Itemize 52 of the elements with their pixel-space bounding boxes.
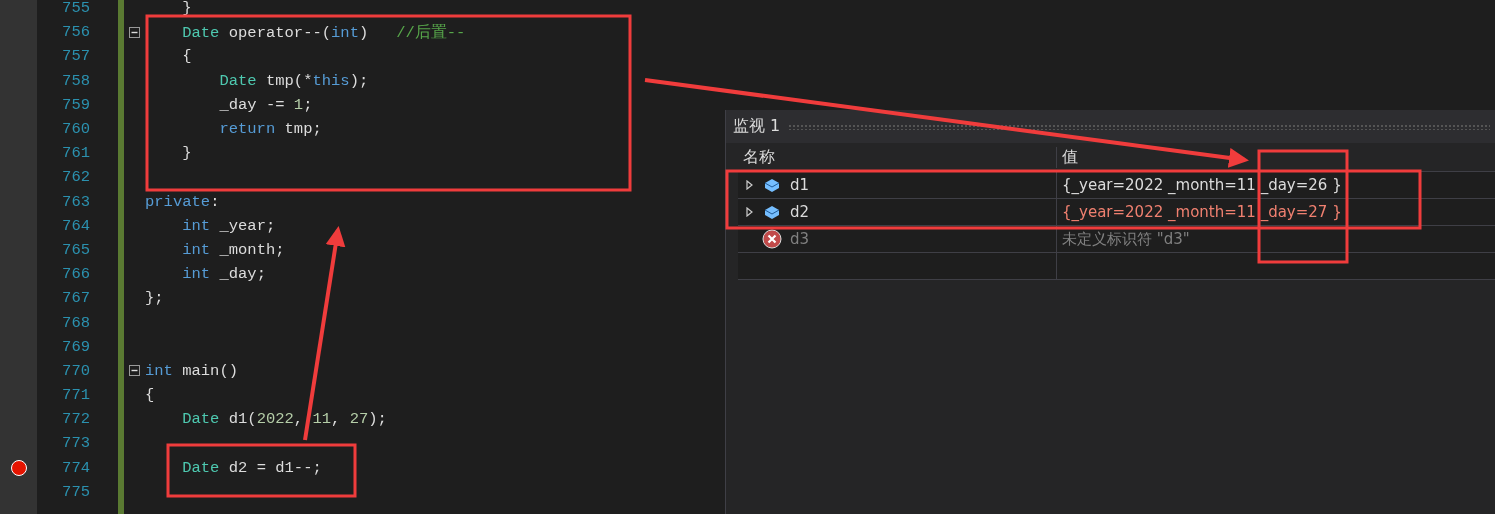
line-number: 763: [62, 192, 90, 211]
line-number: 756: [62, 23, 90, 42]
line-number: 767: [62, 289, 90, 308]
code-line: return tmp;: [218, 120, 322, 139]
variable-name: d1: [790, 176, 810, 194]
variable-value: 未定义标识符 "d3": [1062, 229, 1190, 249]
line-number: 759: [62, 95, 90, 114]
line-number: 773: [62, 434, 90, 453]
code-line: };: [145, 289, 164, 308]
code-line: {: [145, 386, 155, 405]
code-line: {: [181, 47, 192, 66]
variable-name: d3: [790, 230, 810, 248]
code-line: private:: [145, 192, 220, 211]
expand-arrow-icon[interactable]: [746, 207, 754, 217]
panel-title: 监视 1: [733, 116, 781, 137]
error-icon: [762, 229, 782, 249]
code-line: Date operator--(int) //后置--: [181, 22, 466, 43]
line-number: 769: [62, 337, 90, 356]
line-number: 760: [62, 120, 90, 139]
line-number: 770: [62, 361, 90, 380]
column-header[interactable]: 名称: [738, 146, 1056, 168]
line-number: 762: [62, 168, 90, 187]
line-number: 758: [62, 71, 90, 90]
variable-name: d2: [790, 203, 810, 221]
code-line: Date d2 = d1--;: [181, 458, 322, 477]
collapse-icon[interactable]: [129, 26, 140, 38]
line-number: 772: [62, 410, 90, 429]
collapse-icon[interactable]: [129, 365, 140, 377]
variable-value: {_year=2022 _month=11 _day=27 }: [1062, 203, 1342, 221]
line-number: 775: [62, 482, 90, 501]
line-number: 768: [62, 313, 90, 332]
code-line: Date d1(2022, 11, 27);: [181, 410, 387, 429]
code-line: }: [181, 0, 192, 18]
code-line: }: [181, 144, 192, 163]
code-line: int main(): [145, 361, 239, 380]
code-line: int _month;: [181, 240, 285, 259]
expand-arrow-icon[interactable]: [746, 180, 754, 190]
variable-value: {_year=2022 _month=11 _day=26 }: [1062, 176, 1342, 194]
line-number: 765: [62, 240, 90, 259]
line-number: 766: [62, 265, 90, 284]
breakpoint-icon[interactable]: [10, 459, 27, 476]
code-line: int _day;: [181, 265, 266, 284]
line-number: 755: [62, 0, 90, 18]
line-number: 771: [62, 386, 90, 405]
line-number: 764: [62, 216, 90, 235]
line-number: 761: [62, 144, 90, 163]
code-line: _day -= 1;: [218, 95, 313, 114]
line-number: 757: [62, 47, 90, 66]
line-number: 774: [62, 458, 90, 477]
column-header[interactable]: 值: [1056, 146, 1495, 168]
code-line: Date tmp(*this);: [218, 71, 369, 90]
code-line: int _year;: [181, 216, 276, 235]
